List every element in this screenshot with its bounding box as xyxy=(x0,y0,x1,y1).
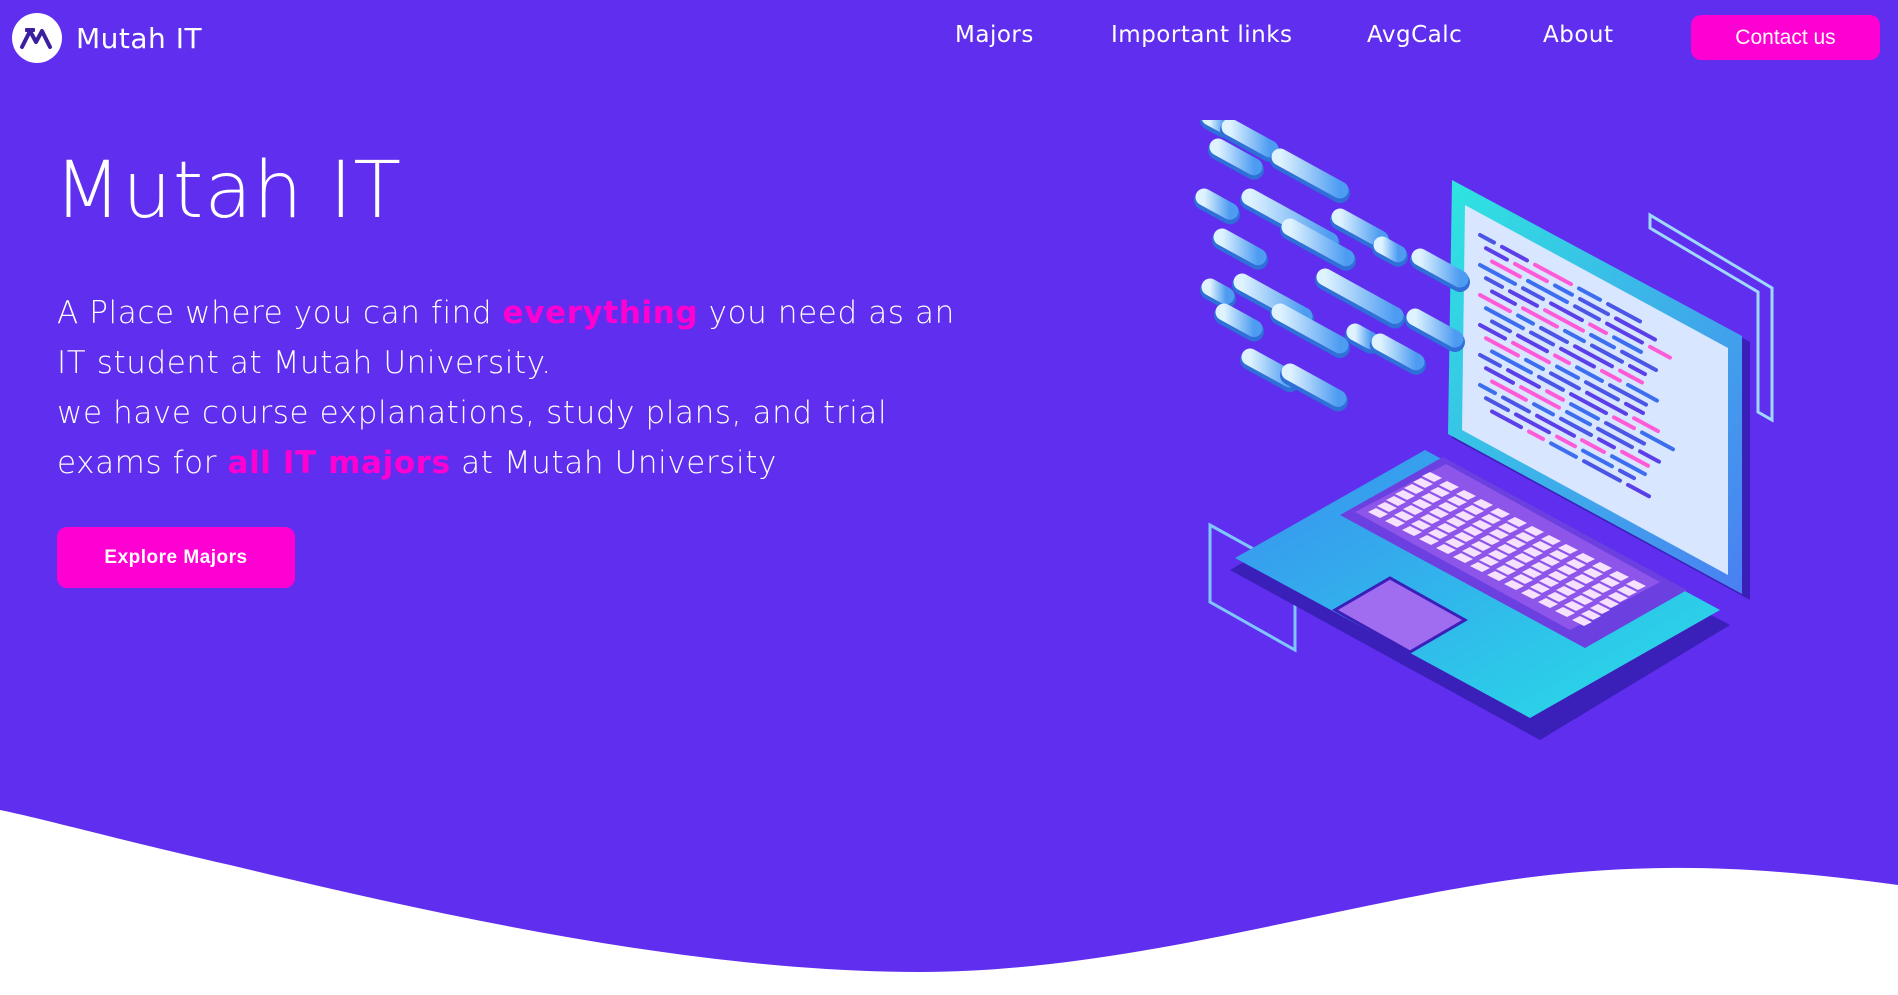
hero-highlight-all-it-majors: all IT majors xyxy=(227,445,451,481)
isometric-laptop-code-illustration xyxy=(1194,120,1774,740)
hero-section: Mutah IT Majors Important links AvgCalc … xyxy=(0,0,1898,995)
nav-link-avgcalc[interactable]: AvgCalc xyxy=(1367,22,1462,48)
hero-description: A Place where you can find everything yo… xyxy=(57,288,957,488)
hero-desc-part4: at Mutah University xyxy=(450,445,777,481)
hero-desc-part1: A Place where you can find xyxy=(57,295,503,331)
floating-code-pills xyxy=(1194,120,1470,412)
contact-us-button[interactable]: Contact us xyxy=(1691,15,1880,60)
nav-link-about[interactable]: About xyxy=(1543,22,1614,48)
navbar: Mutah IT Majors Important links AvgCalc … xyxy=(0,0,1898,76)
hero-highlight-everything: everything xyxy=(502,295,699,331)
nav-link-majors[interactable]: Majors xyxy=(955,22,1034,48)
nav-links: Majors Important links AvgCalc About xyxy=(0,22,1898,56)
nav-link-important-links[interactable]: Important links xyxy=(1111,22,1293,48)
explore-majors-button[interactable]: Explore Majors xyxy=(57,527,295,588)
hero-title: Mutah IT xyxy=(54,146,402,236)
